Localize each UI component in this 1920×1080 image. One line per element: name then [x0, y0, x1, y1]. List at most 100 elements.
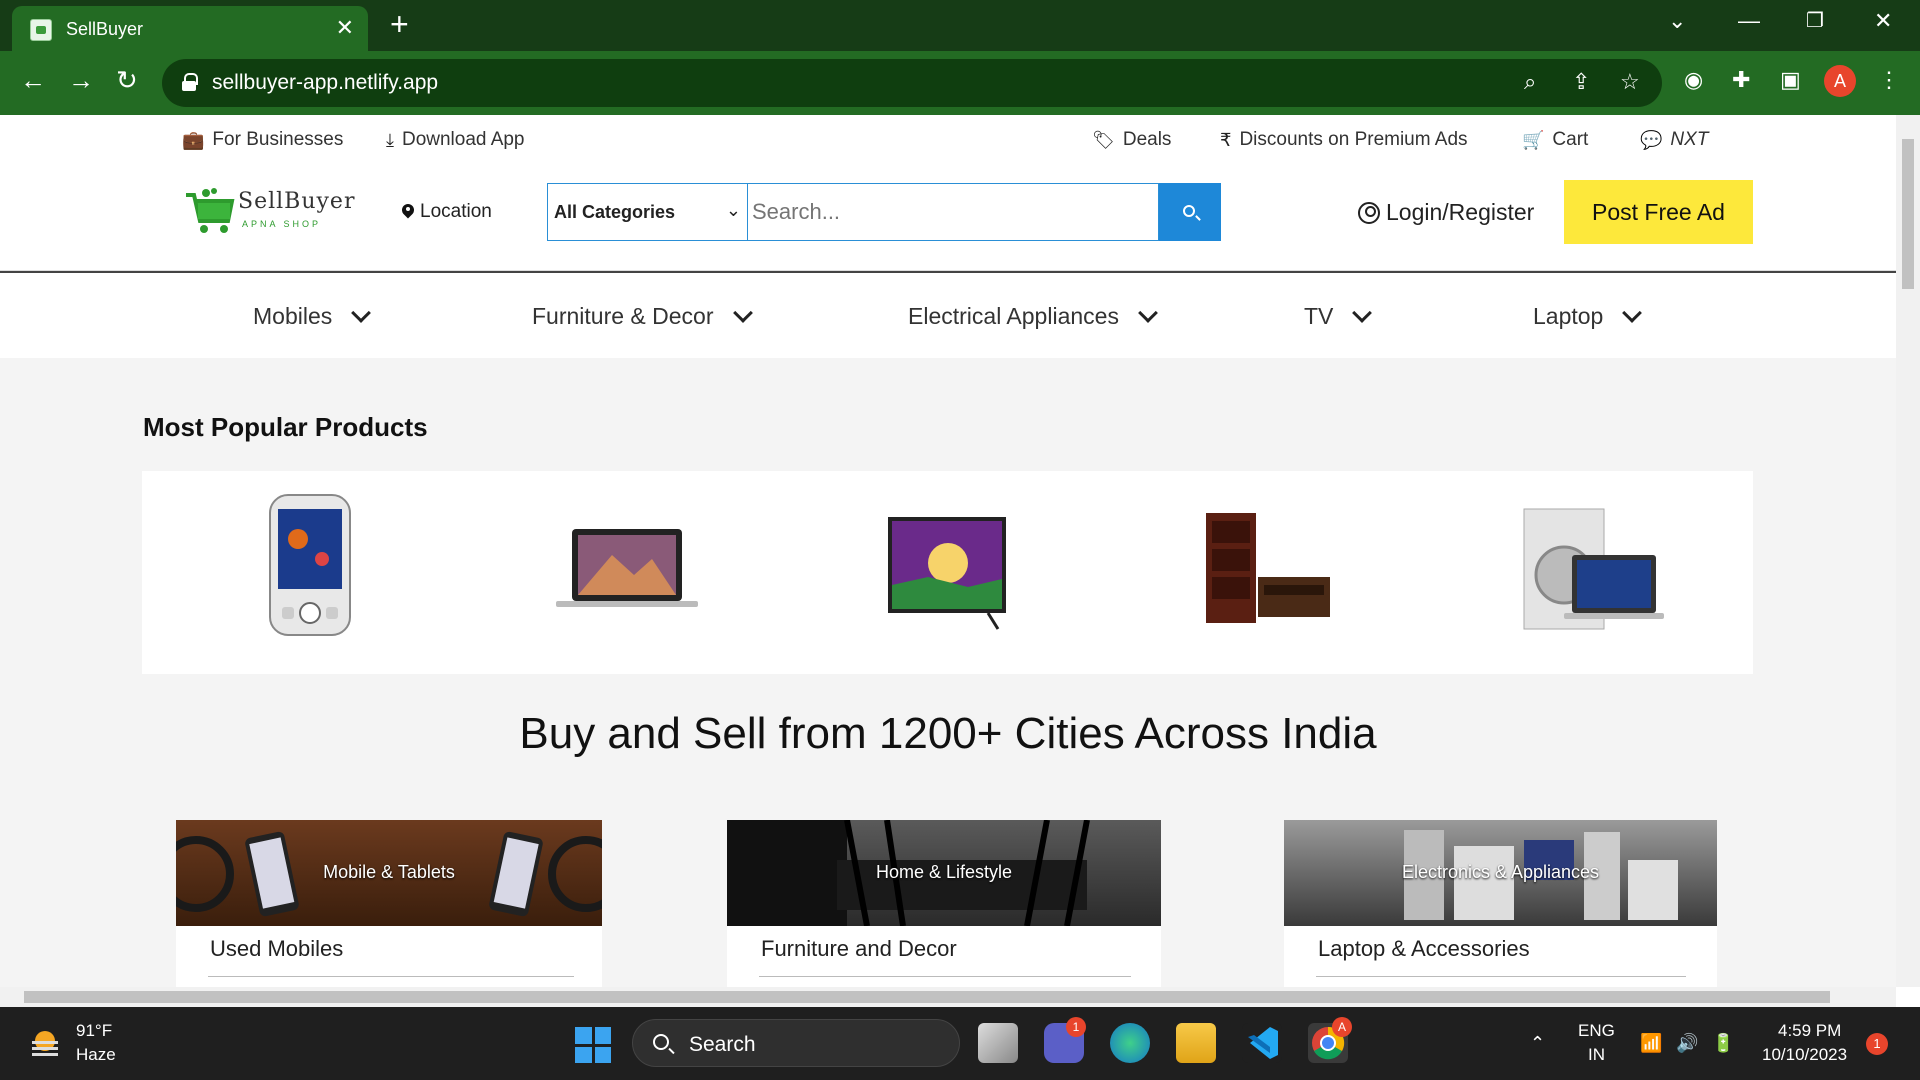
popular-products — [142, 471, 1753, 674]
chevron-up-icon[interactable]: ⌃ — [1530, 1033, 1545, 1054]
chevron-down-icon — [1138, 302, 1158, 323]
chevron-down-icon: ⌄ — [725, 200, 741, 220]
region-indicator[interactable]: IN — [1588, 1045, 1605, 1065]
download-app-link[interactable]: ⤓ Download App — [386, 129, 525, 151]
map-pin-icon — [402, 204, 414, 220]
rupee-icon: ₹ — [1220, 129, 1232, 150]
teams-icon[interactable]: 1 — [1044, 1017, 1086, 1063]
product-mobile-phone[interactable] — [212, 489, 382, 649]
chevron-down-icon — [1352, 302, 1373, 323]
nav-laptop-label: Laptop — [1533, 303, 1604, 329]
location-label: Location — [420, 201, 492, 222]
sidebar-icon[interactable]: ▣ — [1780, 67, 1801, 93]
battery-icon[interactable]: 🔋 — [1712, 1033, 1734, 1054]
weather-description[interactable]: Haze — [76, 1045, 116, 1065]
nav-tv-label: TV — [1304, 303, 1334, 329]
search-icon — [653, 1034, 669, 1050]
post-free-ad-button[interactable]: Post Free Ad — [1564, 180, 1753, 244]
lock-icon[interactable] — [182, 73, 198, 91]
nxt-link[interactable]: 💬 NXT — [1640, 129, 1708, 151]
search-input[interactable] — [747, 183, 1159, 241]
taskbar-search-label: Search — [689, 1033, 756, 1056]
new-tab-icon[interactable]: + — [390, 6, 409, 43]
logo-name: SellBuyer — [238, 189, 356, 214]
file-explorer-icon[interactable] — [1176, 1023, 1216, 1063]
download-icon: ⤓ — [386, 129, 394, 150]
address-bar[interactable]: sellbuyer-app.netlify.app ⌕ ⇪ ☆ — [162, 59, 1662, 107]
card-divider — [208, 976, 574, 977]
category-card-title: Used Mobiles — [210, 936, 344, 961]
discounts-link[interactable]: ₹ Discounts on Premium Ads — [1220, 129, 1468, 151]
volume-icon[interactable]: 🔊 — [1676, 1033, 1698, 1054]
product-television[interactable] — [868, 489, 1038, 649]
restore-icon[interactable]: ❐ — [1806, 8, 1824, 33]
category-card-electronics[interactable]: Electronics & Appliances Laptop & Access… — [1284, 820, 1717, 987]
horizontal-scrollbar[interactable] — [0, 987, 1896, 1007]
minimize-icon[interactable]: — — [1738, 8, 1760, 34]
url-text[interactable]: sellbuyer-app.netlify.app — [212, 71, 438, 95]
site-header: 💼 For Businesses ⤓ Download App 🏷 Deals … — [0, 115, 1896, 358]
close-tab-icon[interactable]: ✕ — [336, 15, 354, 41]
profile-avatar[interactable]: A — [1824, 65, 1856, 97]
notification-badge[interactable]: 1 — [1866, 1033, 1888, 1055]
product-electronics[interactable] — [1502, 489, 1672, 649]
more-icon[interactable]: ⋮ — [1878, 67, 1900, 93]
browser-tab[interactable]: SellBuyer ✕ — [12, 6, 368, 51]
tab-search-chevron-icon[interactable]: ⌄ — [1668, 8, 1686, 34]
category-banner-furniture: Home & Lifestyle — [727, 820, 1161, 926]
for-businesses-link[interactable]: 💼 For Businesses — [182, 129, 343, 151]
deals-link[interactable]: 🏷 Deals — [1092, 129, 1171, 151]
forward-icon[interactable]: → — [68, 65, 94, 96]
category-card-title: Laptop & Accessories — [1318, 936, 1530, 961]
star-icon[interactable]: ☆ — [1620, 69, 1640, 95]
task-view-icon[interactable] — [978, 1023, 1018, 1063]
nav-furniture-decor[interactable]: Furniture & Decor — [532, 302, 753, 330]
tab-title: SellBuyer — [66, 19, 144, 39]
chat-icon: 💬 — [1640, 129, 1663, 150]
category-card-furniture[interactable]: Home & Lifestyle Furniture and Decor — [727, 820, 1161, 987]
start-icon[interactable] — [575, 1027, 611, 1063]
zoom-icon[interactable]: ⌕ — [1524, 69, 1536, 95]
clock-time[interactable]: 4:59 PM — [1778, 1021, 1841, 1041]
cart-link[interactable]: 🛒 Cart — [1522, 129, 1588, 151]
product-furniture[interactable] — [1182, 489, 1352, 649]
logo-tagline: APNA SHOP — [242, 219, 322, 229]
user-circle-icon — [1358, 201, 1380, 224]
close-window-icon[interactable]: ✕ — [1874, 8, 1892, 34]
location-selector[interactable]: Location — [402, 201, 492, 223]
product-laptop[interactable] — [542, 489, 712, 649]
site-logo[interactable]: SellBuyer APNA SHOP — [184, 177, 354, 243]
clock-date[interactable]: 10/10/2023 — [1762, 1045, 1847, 1065]
share-icon[interactable]: ⇪ — [1572, 69, 1590, 95]
reload-icon[interactable]: ↻ — [116, 65, 138, 96]
category-select[interactable]: All Categories ⌄ — [547, 183, 747, 241]
vscode-icon[interactable] — [1242, 1023, 1282, 1063]
deals-label: Deals — [1122, 129, 1172, 150]
chrome-icon[interactable]: A — [1308, 1017, 1352, 1063]
login-register-link[interactable]: Login/Register — [1358, 199, 1534, 226]
weather-haze-icon[interactable] — [28, 1027, 62, 1059]
search-button[interactable] — [1159, 183, 1221, 241]
edge-icon[interactable] — [1110, 1023, 1150, 1063]
nav-laptop[interactable]: Laptop — [1533, 302, 1643, 330]
nav-mobiles[interactable]: Mobiles — [253, 302, 372, 330]
weather-temperature[interactable]: 91°F — [76, 1021, 112, 1041]
category-card-mobiles[interactable]: Mobile & Tablets Used Mobiles — [176, 820, 602, 987]
nav-furniture-label: Furniture & Decor — [532, 303, 714, 329]
page-viewport: 💼 For Businesses ⤓ Download App 🏷 Deals … — [0, 115, 1896, 987]
language-indicator[interactable]: ENG — [1578, 1021, 1615, 1041]
taskbar-search[interactable]: Search — [632, 1019, 960, 1067]
extension-icon[interactable]: ◉ — [1684, 67, 1703, 93]
vertical-scrollbar[interactable] — [1896, 115, 1920, 987]
cart-label: Cart — [1552, 129, 1589, 150]
vertical-scroll-thumb[interactable] — [1902, 139, 1914, 289]
download-app-label: Download App — [401, 129, 525, 150]
nav-mobiles-label: Mobiles — [253, 303, 333, 329]
nav-tv[interactable]: TV — [1304, 302, 1373, 330]
horizontal-scroll-thumb[interactable] — [24, 991, 1830, 1003]
back-icon[interactable]: ← — [20, 65, 46, 96]
nav-electrical-appliances[interactable]: Electrical Appliances — [908, 302, 1158, 330]
puzzle-icon[interactable]: ✚ — [1732, 67, 1750, 93]
cart-logo-icon — [186, 188, 235, 233]
wifi-icon[interactable]: 📶 — [1640, 1033, 1662, 1054]
